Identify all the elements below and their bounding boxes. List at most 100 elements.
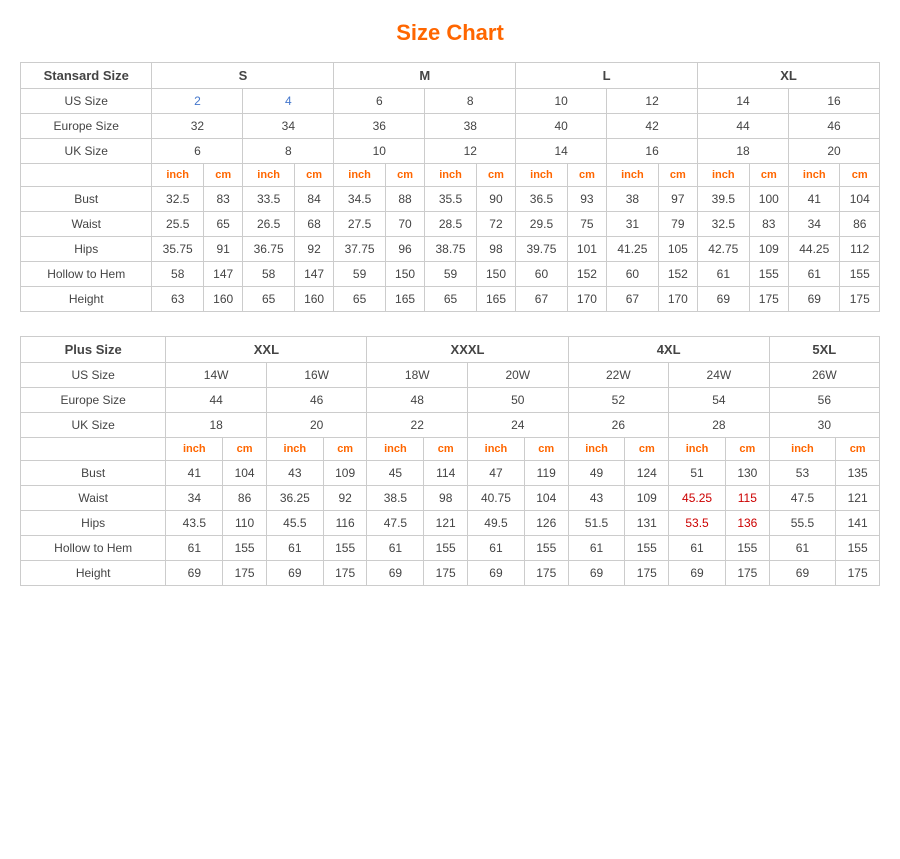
cell-value: 53 (769, 461, 836, 486)
cell-value: 61 (166, 536, 223, 561)
cell-value: 32.5 (152, 187, 203, 212)
cell-value: 92 (294, 237, 333, 262)
4xl-group: 4XL (568, 337, 769, 363)
cell-value: 175 (524, 561, 568, 586)
plus-eu-48: 48 (367, 388, 468, 413)
plus-unit-cm-6: cm (726, 438, 770, 461)
cell-value: 61 (266, 536, 323, 561)
cell-value: 175 (223, 561, 267, 586)
cell-value: 86 (223, 486, 267, 511)
cell-value: 112 (840, 237, 880, 262)
unit-cm-6: cm (658, 164, 697, 187)
cell-value: 147 (294, 262, 333, 287)
cell-value: 101 (567, 237, 606, 262)
plus-size-table: Plus Size XXL XXXL 4XL 5XL US Size 14W 1… (20, 336, 880, 586)
unit-inch-2: inch (243, 164, 294, 187)
cell-value: 165 (385, 287, 424, 312)
plus-unit-spacer (21, 438, 166, 461)
cell-value: 39.75 (516, 237, 567, 262)
plus-unit-inch-3: inch (367, 438, 424, 461)
cell-value: 160 (203, 287, 242, 312)
cell-value: 160 (294, 287, 333, 312)
cell-value: 45.5 (266, 511, 323, 536)
cell-value: 41 (789, 187, 840, 212)
row-label: Height (21, 287, 152, 312)
unit-cm-7: cm (749, 164, 788, 187)
plus-unit-inch-4: inch (468, 438, 525, 461)
unit-cm-8: cm (840, 164, 880, 187)
eu-36: 36 (334, 114, 425, 139)
cell-value: 155 (726, 536, 770, 561)
cell-value: 58 (243, 262, 294, 287)
unit-cm-1: cm (203, 164, 242, 187)
cell-value: 47.5 (367, 511, 424, 536)
cell-value: 49 (568, 461, 625, 486)
row-label: Waist (21, 212, 152, 237)
cell-value: 27.5 (334, 212, 385, 237)
cell-value: 69 (769, 561, 836, 586)
standard-size-table: Stansard Size S M L XL US Size 2 4 6 8 1… (20, 62, 880, 312)
row-label: Waist (21, 486, 166, 511)
cell-value: 98 (476, 237, 515, 262)
uk-12: 12 (425, 139, 516, 164)
plus-unit-cm-4: cm (524, 438, 568, 461)
m-group: M (334, 63, 516, 89)
cell-value: 68 (294, 212, 333, 237)
cell-value: 61 (568, 536, 625, 561)
plus-us-16w: 16W (266, 363, 367, 388)
cell-value: 131 (625, 511, 669, 536)
cell-value: 119 (524, 461, 568, 486)
eu-32: 32 (152, 114, 243, 139)
cell-value: 93 (567, 187, 606, 212)
cell-value: 155 (625, 536, 669, 561)
cell-value: 92 (323, 486, 367, 511)
cell-value: 115 (726, 486, 770, 511)
cell-value: 51.5 (568, 511, 625, 536)
table-row: Hollow to Hem611556115561155611556115561… (21, 536, 880, 561)
standard-size-label: Stansard Size (21, 63, 152, 89)
uk-10: 10 (334, 139, 425, 164)
cell-value: 61 (468, 536, 525, 561)
row-label: Hollow to Hem (21, 262, 152, 287)
us-size-8: 8 (425, 89, 516, 114)
cell-value: 51 (669, 461, 726, 486)
table-row: Hollow to Hem581475814759150591506015260… (21, 262, 880, 287)
cell-value: 45.25 (669, 486, 726, 511)
cell-value: 110 (223, 511, 267, 536)
unit-inch-5: inch (516, 164, 567, 187)
cell-value: 60 (516, 262, 567, 287)
plus-uk-24: 24 (468, 413, 569, 438)
cell-value: 63 (152, 287, 203, 312)
cell-value: 61 (698, 262, 749, 287)
cell-value: 37.75 (334, 237, 385, 262)
cell-value: 126 (524, 511, 568, 536)
unit-inch-1: inch (152, 164, 203, 187)
cell-value: 104 (840, 187, 880, 212)
plus-uk-18: 18 (166, 413, 267, 438)
cell-value: 147 (203, 262, 242, 287)
cell-value: 41 (166, 461, 223, 486)
uk-14: 14 (516, 139, 607, 164)
us-size-4: 4 (243, 89, 334, 114)
cell-value: 39.5 (698, 187, 749, 212)
cell-value: 116 (323, 511, 367, 536)
cell-value: 155 (749, 262, 788, 287)
table-row: Height6917569175691756917569175691756917… (21, 561, 880, 586)
cell-value: 67 (607, 287, 658, 312)
cell-value: 67 (516, 287, 567, 312)
cell-value: 34.5 (334, 187, 385, 212)
cell-value: 69 (266, 561, 323, 586)
cell-value: 61 (669, 536, 726, 561)
cell-value: 43.5 (166, 511, 223, 536)
cell-value: 59 (425, 262, 476, 287)
cell-value: 40.75 (468, 486, 525, 511)
cell-value: 38.5 (367, 486, 424, 511)
uk-6: 6 (152, 139, 243, 164)
plus-eu-56: 56 (769, 388, 879, 413)
cell-value: 35.5 (425, 187, 476, 212)
cell-value: 36.75 (243, 237, 294, 262)
cell-value: 83 (203, 187, 242, 212)
cell-value: 96 (385, 237, 424, 262)
cell-value: 59 (334, 262, 385, 287)
row-label: Height (21, 561, 166, 586)
